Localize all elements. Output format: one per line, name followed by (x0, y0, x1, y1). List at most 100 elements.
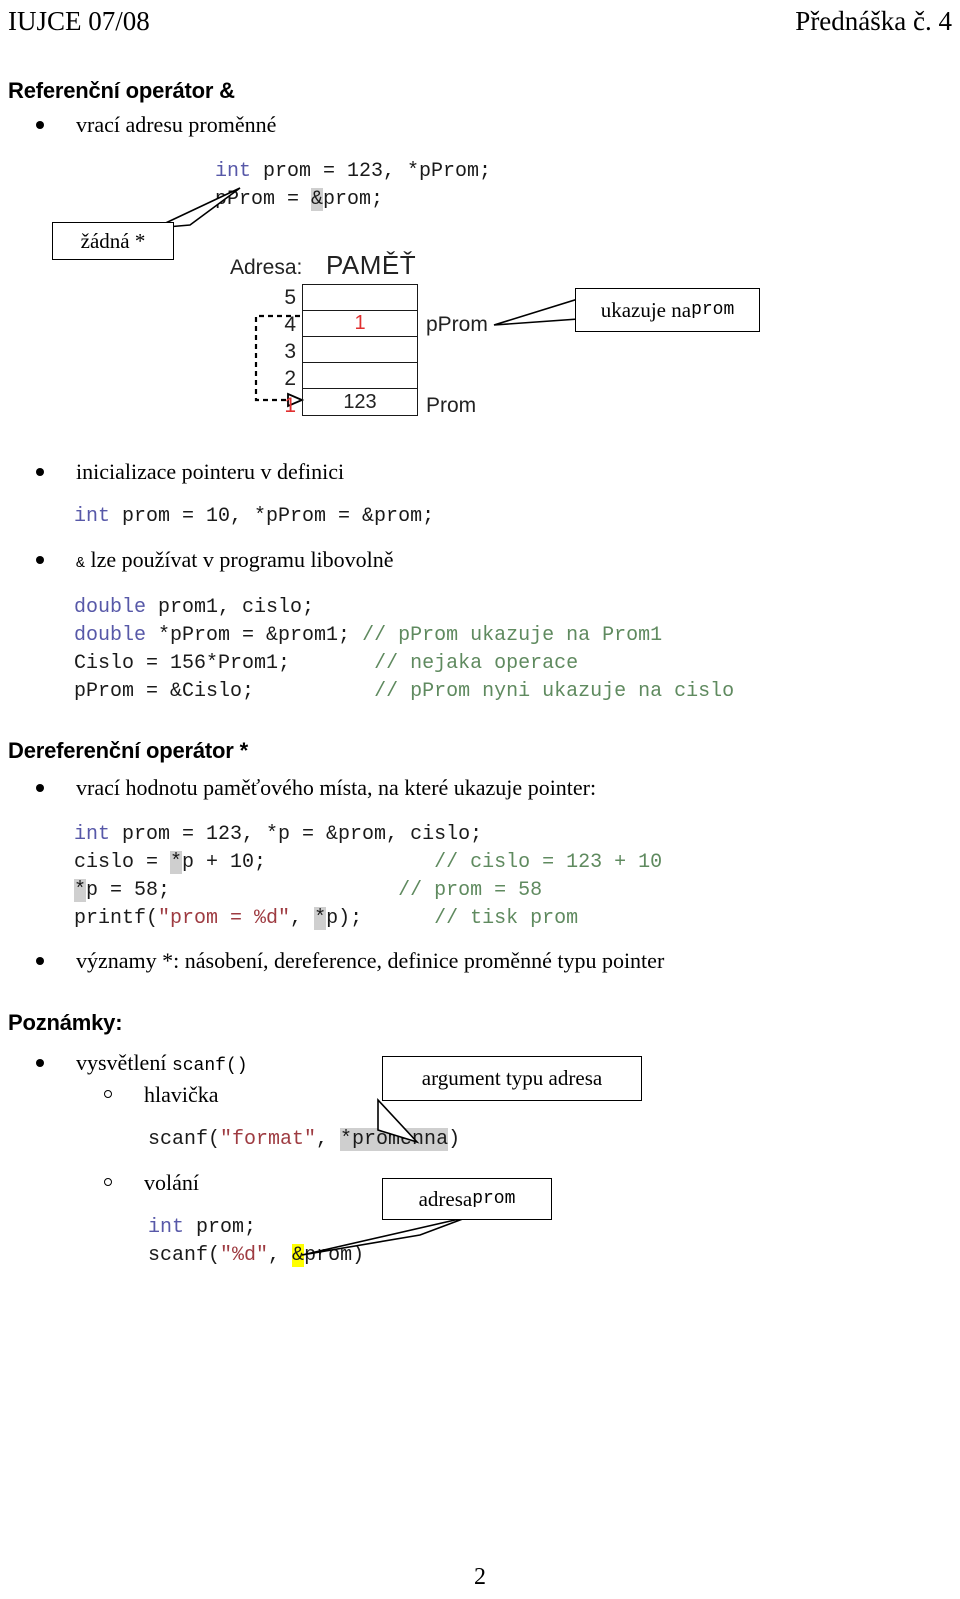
callout-zadna-hvezdicka: žádná * (52, 222, 174, 260)
memory-address-5: 5 (284, 286, 296, 309)
bullet-circle-icon (104, 1178, 112, 1186)
memory-cell-4: 1 (303, 311, 417, 337)
callout-label-mono: prom (472, 1189, 516, 1209)
code-string: "%d" (220, 1244, 269, 1267)
bullet-dot-icon (36, 1059, 44, 1067)
code-pad (362, 907, 434, 930)
callout-tail-ukazuje (493, 297, 579, 326)
bullet-label-text: vysvětlení (76, 1050, 172, 1075)
bullet-label: & lze používat v programu libovolně (76, 547, 394, 573)
callout-tail-adresa (301, 1216, 469, 1256)
code-keyword-int: int (74, 823, 111, 846)
code-block-double-example: double prom1, cislo; double *pProm = &pr… (74, 594, 734, 706)
memory-cell-table: 1 123 (302, 284, 418, 416)
code-comment: // pProm nyni ukazuje na cislo (374, 680, 735, 703)
code-text: scanf( (148, 1128, 221, 1151)
heading-dereference-operator: Dereferenční operátor * (8, 738, 248, 763)
code-keyword-int: int (74, 505, 111, 528)
memory-varname-pprom: pProm (426, 313, 488, 336)
code-text: cislo = (74, 851, 171, 874)
code-keyword-int: int (215, 160, 252, 183)
code-text: prom1, cislo; (146, 596, 315, 619)
code-text: prom; (184, 1216, 257, 1239)
bullet-label: volání (144, 1170, 199, 1195)
header-lecture-number: Přednáška č. 4 (795, 6, 952, 36)
memory-address-3: 3 (284, 340, 296, 363)
memory-cell-1: 123 (343, 390, 377, 413)
memory-title: PAMĚŤ (326, 250, 417, 280)
code-text: pProm = &Cislo; (74, 680, 375, 703)
code-comment: // prom = 58 (398, 879, 543, 902)
bullet-circle-icon (104, 1090, 112, 1098)
callout-argument-typu-adresa: argument typu adresa (382, 1056, 642, 1101)
bullet-label: významy *: násobení, dereference, defini… (76, 948, 665, 973)
code-comment: // nejaka operace (374, 652, 579, 675)
code-text: *pProm = &prom1; (146, 624, 363, 647)
callout-ukazuje-na-prom: ukazuje na prom (575, 288, 760, 332)
bullet-label: vysvětlení scanf() (76, 1050, 248, 1076)
code-block-dereference-example: int prom = 123, *p = &prom, cislo; cislo… (74, 821, 662, 933)
bullet-dot-icon (36, 784, 44, 792)
page-number: 2 (474, 1564, 486, 1590)
bullet-dot-icon (36, 556, 44, 564)
memory-varname-prom: Prom (426, 394, 477, 417)
code-keyword-double: double (74, 624, 147, 647)
callout-tail-argument (377, 1098, 420, 1144)
code-text: , (316, 1128, 341, 1151)
code-keyword-double: double (74, 596, 147, 619)
memory-diagram: Adresa: PAMĚŤ 5 4 3 2 1 1 123 pProm Prom (230, 250, 530, 432)
code-string: "format" (220, 1128, 317, 1151)
code-text: prom = 123, *p = &prom, cislo; (110, 823, 483, 846)
callout-label: ukazuje na (600, 297, 692, 322)
code-highlight-star: * (74, 879, 87, 902)
bullet-label: hlavička (144, 1082, 219, 1107)
bullet-label-text: lze používat v programu libovolně (85, 547, 394, 572)
callout-label-mono: prom (691, 300, 735, 320)
code-comment: // tisk prom (434, 907, 579, 930)
code-text: , (268, 1244, 293, 1267)
bullet-label: inicializace pointeru v definici (76, 459, 345, 484)
code-highlight-ampersand: & (311, 188, 324, 211)
callout-label: argument typu adresa (421, 1066, 603, 1090)
header-course-code: IUJCE 07/08 (8, 6, 150, 36)
code-text: prom = 10, *pProm = &prom; (110, 505, 435, 528)
code-block-init-pointer: int prom = 10, *pProm = &prom; (74, 503, 434, 531)
memory-address-label: Adresa: (230, 256, 303, 279)
code-text: p + 10; (182, 851, 267, 874)
code-text: p = 58; (86, 879, 171, 902)
code-text: Cislo = 156*Prom1; (74, 652, 375, 675)
code-comment: // pProm ukazuje na Prom1 (362, 624, 663, 647)
callout-label: žádná * (80, 228, 146, 253)
bullet-label: vrací hodnotu paměťového místa, na které… (76, 775, 597, 800)
code-text: printf( (74, 907, 159, 930)
memory-address-4: 4 (284, 313, 296, 336)
code-block-reference-basic: int prom = 123, *pProm; pProm = &prom; (215, 158, 491, 214)
bullet-dot-icon (36, 468, 44, 476)
memory-address-1: 1 (284, 394, 296, 417)
callout-label: adresa (418, 1186, 473, 1211)
bullet-dot-icon (36, 957, 44, 965)
code-pad (170, 879, 398, 902)
code-text: p); (326, 907, 363, 930)
bullet-label-scanf: scanf() (171, 1056, 248, 1076)
code-text: scanf( (148, 1244, 221, 1267)
code-pad (266, 851, 434, 874)
code-text: prom = 123, *pProm; (251, 160, 492, 183)
code-highlight-star: * (314, 907, 327, 930)
page-header: IUJCE 07/08 Přednáška č. 4 (0, 6, 960, 46)
code-text: prom; (323, 188, 384, 211)
code-comment: // cislo = 123 + 10 (434, 851, 663, 874)
heading-reference-operator: Referenční operátor & (8, 78, 235, 103)
bullet-dot-icon (36, 121, 44, 129)
callout-adresa-prom: adresa prom (382, 1178, 552, 1220)
memory-cell-2 (303, 363, 417, 389)
code-string: "prom = %d" (158, 907, 291, 930)
code-highlight-star: * (170, 851, 183, 874)
bullet-label: vrací adresu proměnné (76, 112, 277, 137)
bullet-label-amp: & (76, 555, 86, 572)
code-text: , (290, 907, 315, 930)
memory-cell-3 (303, 337, 417, 363)
memory-address-2: 2 (284, 367, 296, 390)
code-keyword-int: int (148, 1216, 185, 1239)
memory-cell-5 (303, 285, 417, 311)
